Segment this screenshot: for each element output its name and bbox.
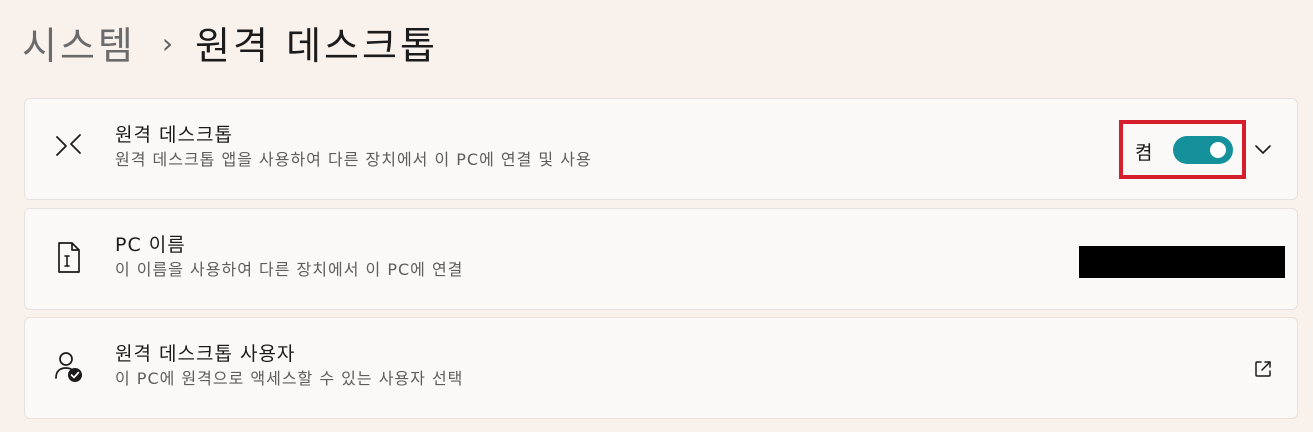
remote-desktop-icon (56, 134, 81, 156)
pc-name-description: 이 이름을 사용하여 다른 장치에서 이 PC에 연결 (115, 260, 464, 279)
pc-name-title: PC 이름 (115, 234, 186, 256)
page-title: 원격 데스크톱 (195, 23, 438, 68)
breadcrumb: 시스템 › 원격 데스크톱 (22, 14, 438, 70)
remote-users-title: 원격 데스크톱 사용자 (115, 343, 296, 365)
remote-desktop-users-card[interactable]: 원격 데스크톱 사용자 이 PC에 원격으로 액세스할 수 있는 사용자 선택 (24, 317, 1298, 419)
remote-desktop-toggle[interactable] (1173, 136, 1233, 164)
breadcrumb-parent-system[interactable]: 시스템 (22, 15, 136, 70)
breadcrumb-separator: › (161, 26, 174, 60)
toggle-knob (1210, 142, 1226, 158)
remote-desktop-card[interactable]: 원격 데스크톱 원격 데스크톱 앱을 사용하여 다른 장치에서 이 PC에 연결… (24, 98, 1298, 200)
chevron-down-icon[interactable] (1253, 139, 1273, 159)
remote-desktop-description: 원격 데스크톱 앱을 사용하여 다른 장치에서 이 PC에 연결 및 사용 (115, 150, 592, 169)
remote-desktop-title: 원격 데스크톱 (115, 124, 233, 146)
user-check-icon (55, 352, 82, 382)
toggle-state-label: 켬 (1135, 142, 1153, 164)
pc-name-value-redacted (1079, 246, 1285, 278)
remote-desktop-toggle-highlight: 켬 (1119, 120, 1246, 179)
remote-desktop-text: 원격 데스크톱 원격 데스크톱 앱을 사용하여 다른 장치에서 이 PC에 연결… (115, 122, 592, 172)
pc-name-card: PC 이름 이 이름을 사용하여 다른 장치에서 이 PC에 연결 (24, 208, 1298, 310)
remote-users-text: 원격 데스크톱 사용자 이 PC에 원격으로 액세스할 수 있는 사용자 선택 (115, 341, 463, 391)
open-external-icon[interactable] (1253, 359, 1273, 379)
document-icon (58, 242, 80, 273)
remote-users-description: 이 PC에 원격으로 액세스할 수 있는 사용자 선택 (115, 369, 464, 388)
pc-name-text: PC 이름 이 이름을 사용하여 다른 장치에서 이 PC에 연결 (115, 232, 463, 282)
